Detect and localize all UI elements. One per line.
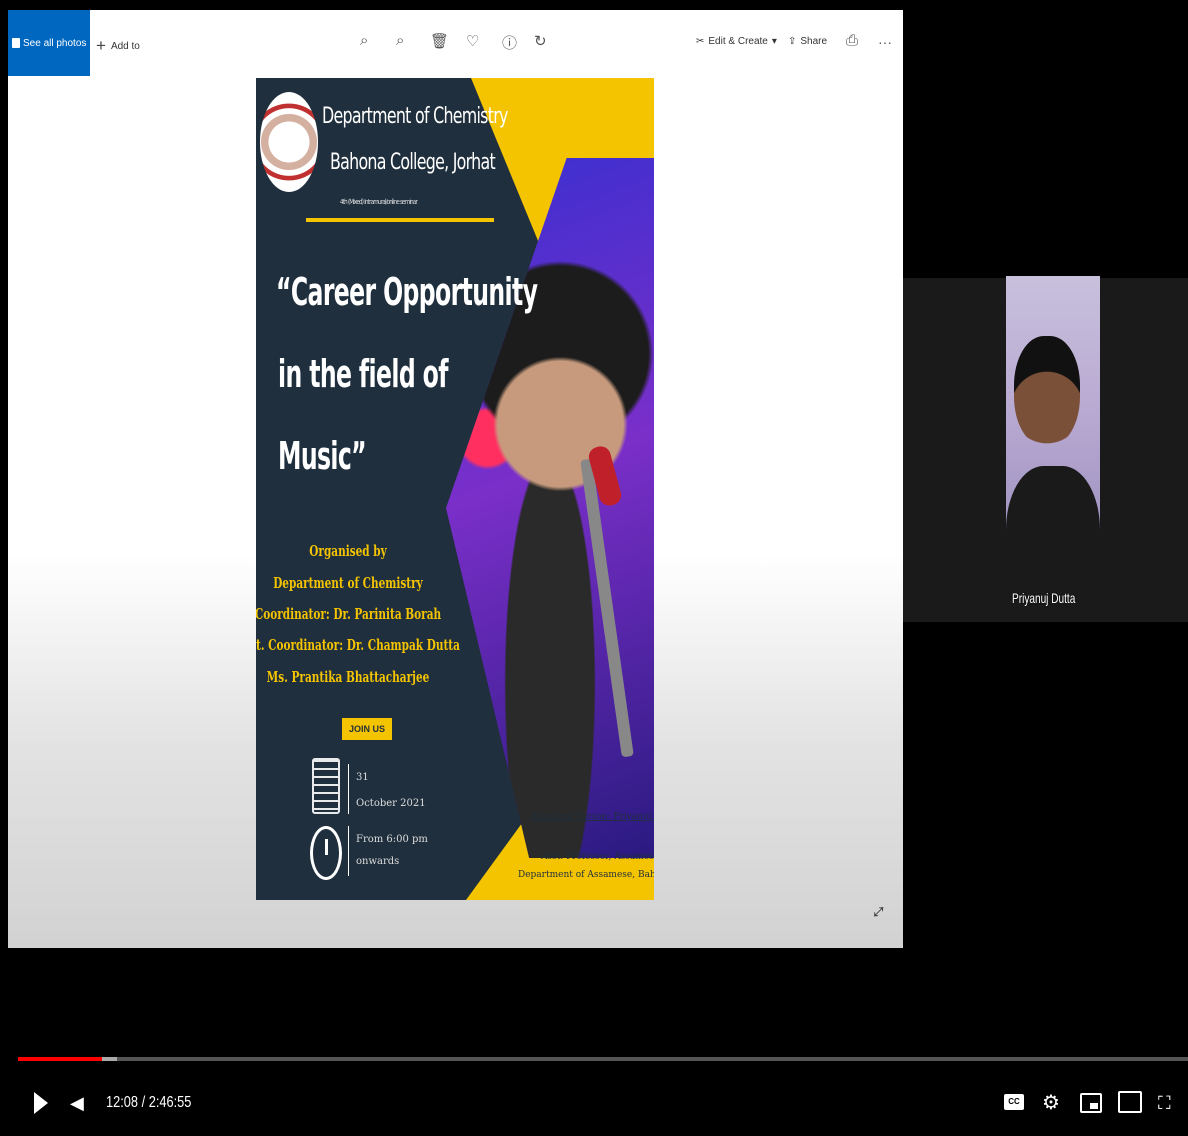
zoom-out-icon[interactable]: ⌕ — [396, 32, 404, 49]
play-button[interactable] — [34, 1092, 48, 1114]
poster-title-line3: Music” — [278, 434, 367, 478]
print-icon[interactable]: ⎙ — [846, 32, 858, 49]
poster-resource-role: Asst. Professor, Assamese — [541, 852, 654, 862]
more-icon[interactable]: ··· — [878, 34, 892, 50]
info-icon[interactable]: ⓘ — [502, 32, 517, 53]
time-display: 12:08 / 2:46:55 — [106, 1094, 192, 1111]
subtitles-button[interactable]: CC — [1004, 1094, 1024, 1110]
poster-seminar-line: 4th (Mixed) Intramural/online seminar — [340, 198, 418, 206]
poster-coordinator: Coordinator: Dr. Parinita Borah — [256, 605, 442, 623]
share-button[interactable]: ⇪ Share — [788, 36, 827, 47]
plus-icon: + — [96, 36, 106, 55]
zoom-in-icon[interactable]: ⌕ — [360, 32, 368, 49]
college-logo — [260, 92, 318, 192]
poster-asst-coordinator: Asst. Coordinator: Dr. Champak Dutta — [256, 636, 460, 654]
poster-join-badge: JOIN US — [342, 718, 392, 740]
expand-icon[interactable]: ↕ — [866, 898, 892, 924]
poster-title-line2: in the field of — [278, 352, 448, 396]
poster-time-onwards: onwards — [356, 856, 400, 867]
miniplayer-button[interactable] — [1080, 1093, 1102, 1113]
poster-resource-department: Department of Assamese, Bahona College — [518, 870, 654, 880]
chevron-down-icon: ▾ — [771, 36, 777, 47]
poster-resource-person: Resource Person: Priyanuj Dutta — [531, 812, 654, 822]
photos-icon — [12, 38, 20, 48]
event-poster-image: Department of Chemistry Bahona College, … — [256, 78, 654, 900]
see-all-photos-button[interactable]: See all photos — [8, 10, 90, 76]
edit-create-label: Edit & Create — [708, 36, 768, 47]
poster-date-month: October 2021 — [356, 798, 426, 809]
poster-department: Department of Chemistry — [322, 104, 508, 129]
favorite-icon[interactable]: ♡ — [466, 32, 479, 50]
participant-head — [1014, 336, 1080, 446]
add-to-label: Add to — [110, 40, 140, 52]
settings-gear-icon[interactable]: ⚙ — [1042, 1090, 1060, 1116]
poster-date-divider — [348, 764, 349, 814]
add-to-button[interactable]: + Add to — [96, 36, 140, 56]
edit-icon: ✂ — [696, 36, 705, 47]
participant-video-tile[interactable] — [1006, 276, 1100, 621]
poster-time: From 6:00 pm — [356, 834, 428, 845]
poster-member: Ms. Prantika Bhattacharjee — [266, 668, 430, 686]
edit-create-button[interactable]: ✂ Edit & Create ▾ — [696, 36, 777, 47]
share-label: Share — [800, 36, 828, 47]
calendar-icon — [312, 758, 340, 814]
fullscreen-icon[interactable]: ⛶ — [1158, 1090, 1171, 1116]
poster-college: Bahona College, Jorhat — [330, 150, 496, 175]
poster-time-divider — [348, 826, 349, 876]
volume-icon[interactable]: ◀ — [70, 1092, 90, 1114]
clock-icon — [310, 826, 342, 880]
participant-name: Priyanuj Dutta — [1012, 590, 1076, 606]
progress-played — [18, 1057, 103, 1061]
progress-bar[interactable] — [18, 1057, 1188, 1061]
share-icon: ⇪ — [788, 36, 797, 47]
poster-date-day: 31 — [356, 772, 369, 783]
poster-divider — [306, 218, 494, 222]
video-player[interactable]: See all photos + Add to ⌕ ⌕ 🗑 ♡ ⓘ ↻ ✂ Ed… — [0, 0, 1188, 1136]
poster-title-line1: “Career Opportunity — [276, 270, 538, 314]
delete-icon[interactable]: 🗑 — [430, 32, 449, 50]
rotate-icon[interactable]: ↻ — [534, 32, 547, 50]
poster-organiser: Department of Chemistry — [273, 574, 423, 592]
see-all-label: See all photos — [23, 37, 87, 49]
poster-organised-by: Organised by — [309, 542, 387, 560]
theater-mode-button[interactable] — [1118, 1091, 1142, 1113]
